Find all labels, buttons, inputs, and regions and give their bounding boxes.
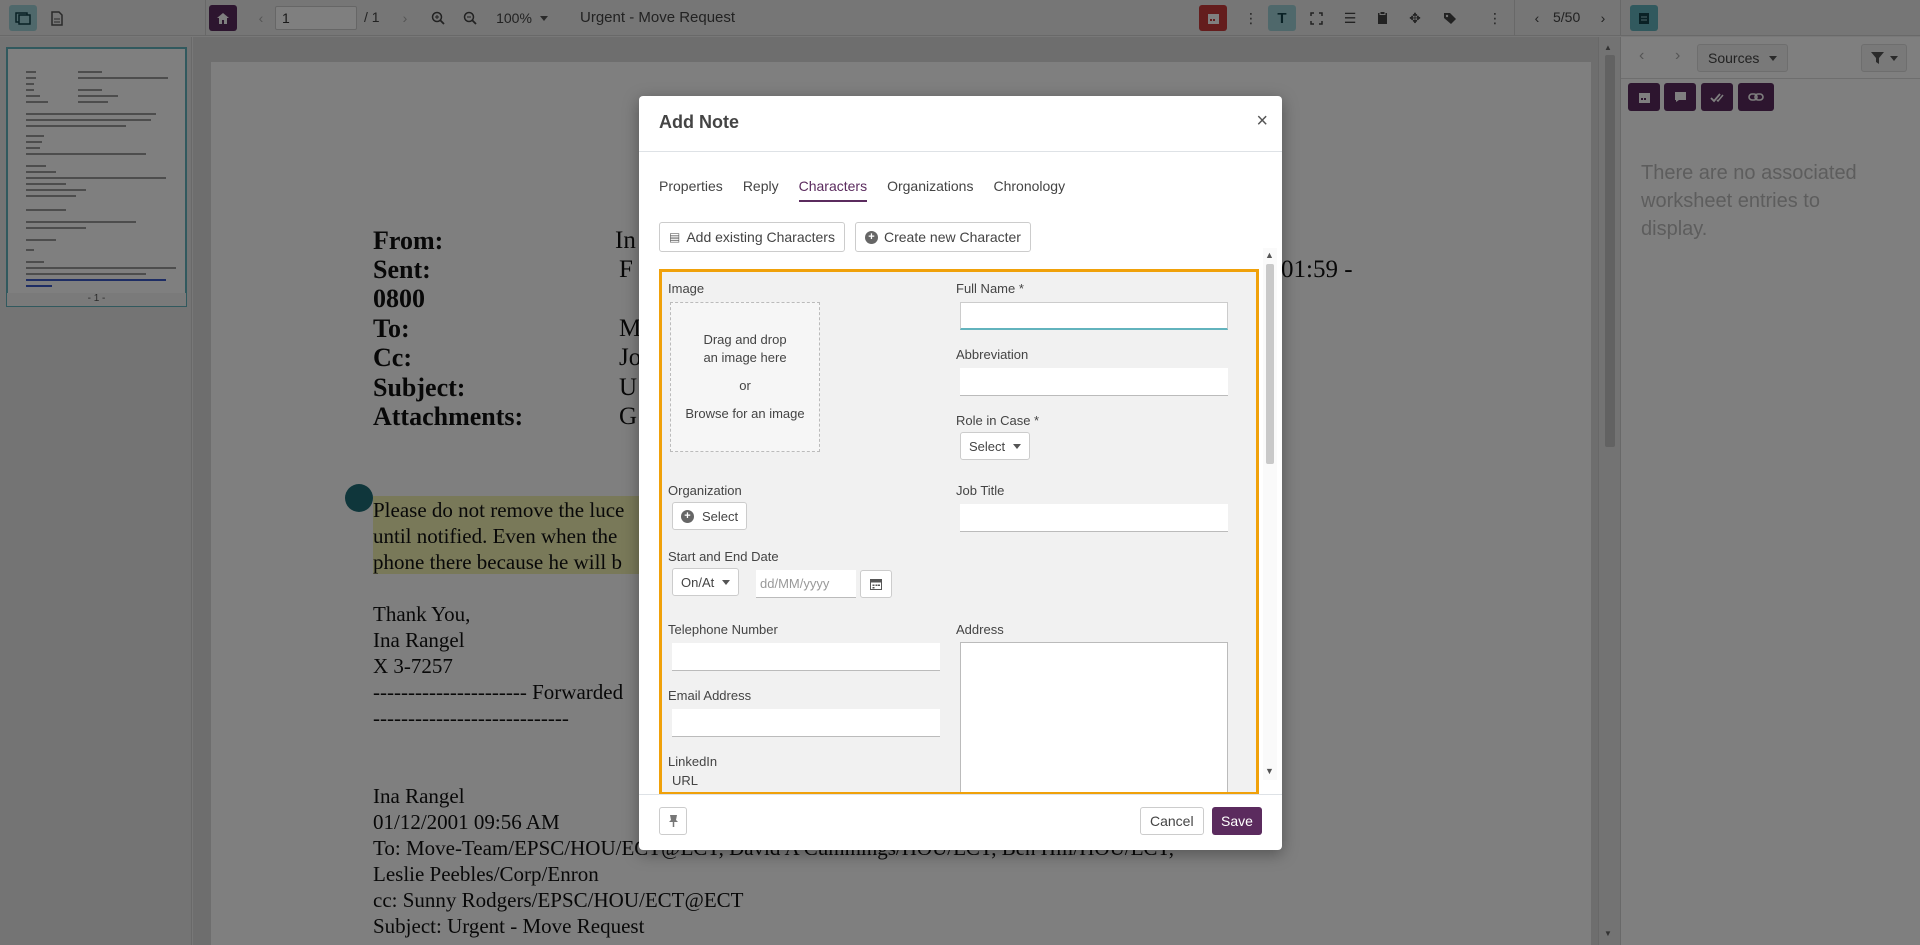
role-in-case-select[interactable]: Select [960, 432, 1031, 460]
scroll-up-icon[interactable]: ▲ [1265, 250, 1274, 260]
dialog-header: Add Note × [639, 96, 1282, 152]
email-input[interactable] [672, 709, 940, 737]
scrollbar-thumb[interactable] [1266, 264, 1274, 464]
tab-characters[interactable]: Characters [798, 178, 868, 202]
browse-image-link[interactable]: Browse for an image [671, 405, 819, 423]
add-note-dialog: Add Note × Properties Reply Characters O… [639, 96, 1282, 850]
tab-chronology[interactable]: Chronology [993, 178, 1065, 202]
chevron-down-icon [722, 579, 731, 585]
add-existing-label: Add existing Characters [686, 229, 835, 245]
organization-select-label: Select [702, 508, 739, 524]
save-button[interactable]: Save [1212, 807, 1262, 835]
dropzone-text: Drag and drop [703, 332, 787, 347]
plus-circle-icon: + [681, 509, 694, 523]
full-name-label: Full Name * [956, 281, 1024, 296]
calendar-icon [870, 579, 882, 590]
dropzone-text: an image here [703, 350, 787, 365]
abbreviation-label: Abbreviation [956, 347, 1029, 362]
dialog-footer: Cancel Save [639, 794, 1282, 850]
pin-icon [668, 815, 678, 827]
create-new-character-button[interactable]: + Create new Character [855, 222, 1031, 252]
list-icon: ▤ [669, 230, 681, 244]
linkedin-url-label: URL [672, 773, 699, 788]
full-name-input[interactable] [960, 302, 1228, 330]
cancel-button[interactable]: Cancel [1140, 807, 1204, 835]
dialog-tabs: Properties Reply Characters Organization… [659, 178, 1065, 202]
date-picker-button[interactable] [860, 570, 892, 598]
date-mode-value: On/At [681, 574, 715, 590]
role-in-case-label: Role in Case * [956, 413, 1040, 428]
add-existing-characters-button[interactable]: ▤ Add existing Characters [659, 222, 845, 252]
plus-circle-icon: + [865, 230, 878, 244]
create-new-label: Create new Character [884, 229, 1021, 245]
dialog-title: Add Note [659, 112, 739, 132]
tab-organizations[interactable]: Organizations [887, 178, 973, 202]
role-select-value: Select [969, 438, 1006, 454]
address-textarea[interactable] [960, 642, 1228, 792]
tab-properties[interactable]: Properties [659, 178, 723, 202]
job-title-input[interactable] [960, 504, 1228, 532]
address-label: Address [956, 622, 1004, 637]
image-dropzone[interactable]: Drag and drop an image here or Browse fo… [670, 302, 820, 452]
character-form: Image Drag and drop an image here or Bro… [659, 269, 1259, 795]
date-mode-select[interactable]: On/At [672, 568, 740, 596]
tab-reply[interactable]: Reply [743, 178, 779, 202]
abbreviation-input[interactable] [960, 368, 1228, 396]
organization-label: Organization [668, 483, 742, 498]
telephone-label: Telephone Number [668, 622, 778, 637]
dropzone-or: or [739, 378, 751, 393]
organization-select-button[interactable]: + Select [672, 502, 748, 530]
chevron-down-icon [1013, 443, 1022, 449]
date-input[interactable]: dd/MM/yyyy [756, 570, 856, 598]
telephone-input[interactable] [672, 643, 940, 671]
scroll-down-icon[interactable]: ▼ [1265, 766, 1274, 776]
linkedin-label: LinkedIn [668, 754, 718, 769]
email-label: Email Address [668, 688, 752, 703]
form-scrollbar[interactable]: ▲ ▼ [1263, 248, 1277, 780]
start-end-date-label: Start and End Date [668, 549, 779, 564]
job-title-label: Job Title [956, 483, 1005, 498]
pin-button[interactable] [659, 807, 687, 835]
image-label: Image [668, 281, 705, 296]
close-icon[interactable]: × [1256, 110, 1268, 133]
